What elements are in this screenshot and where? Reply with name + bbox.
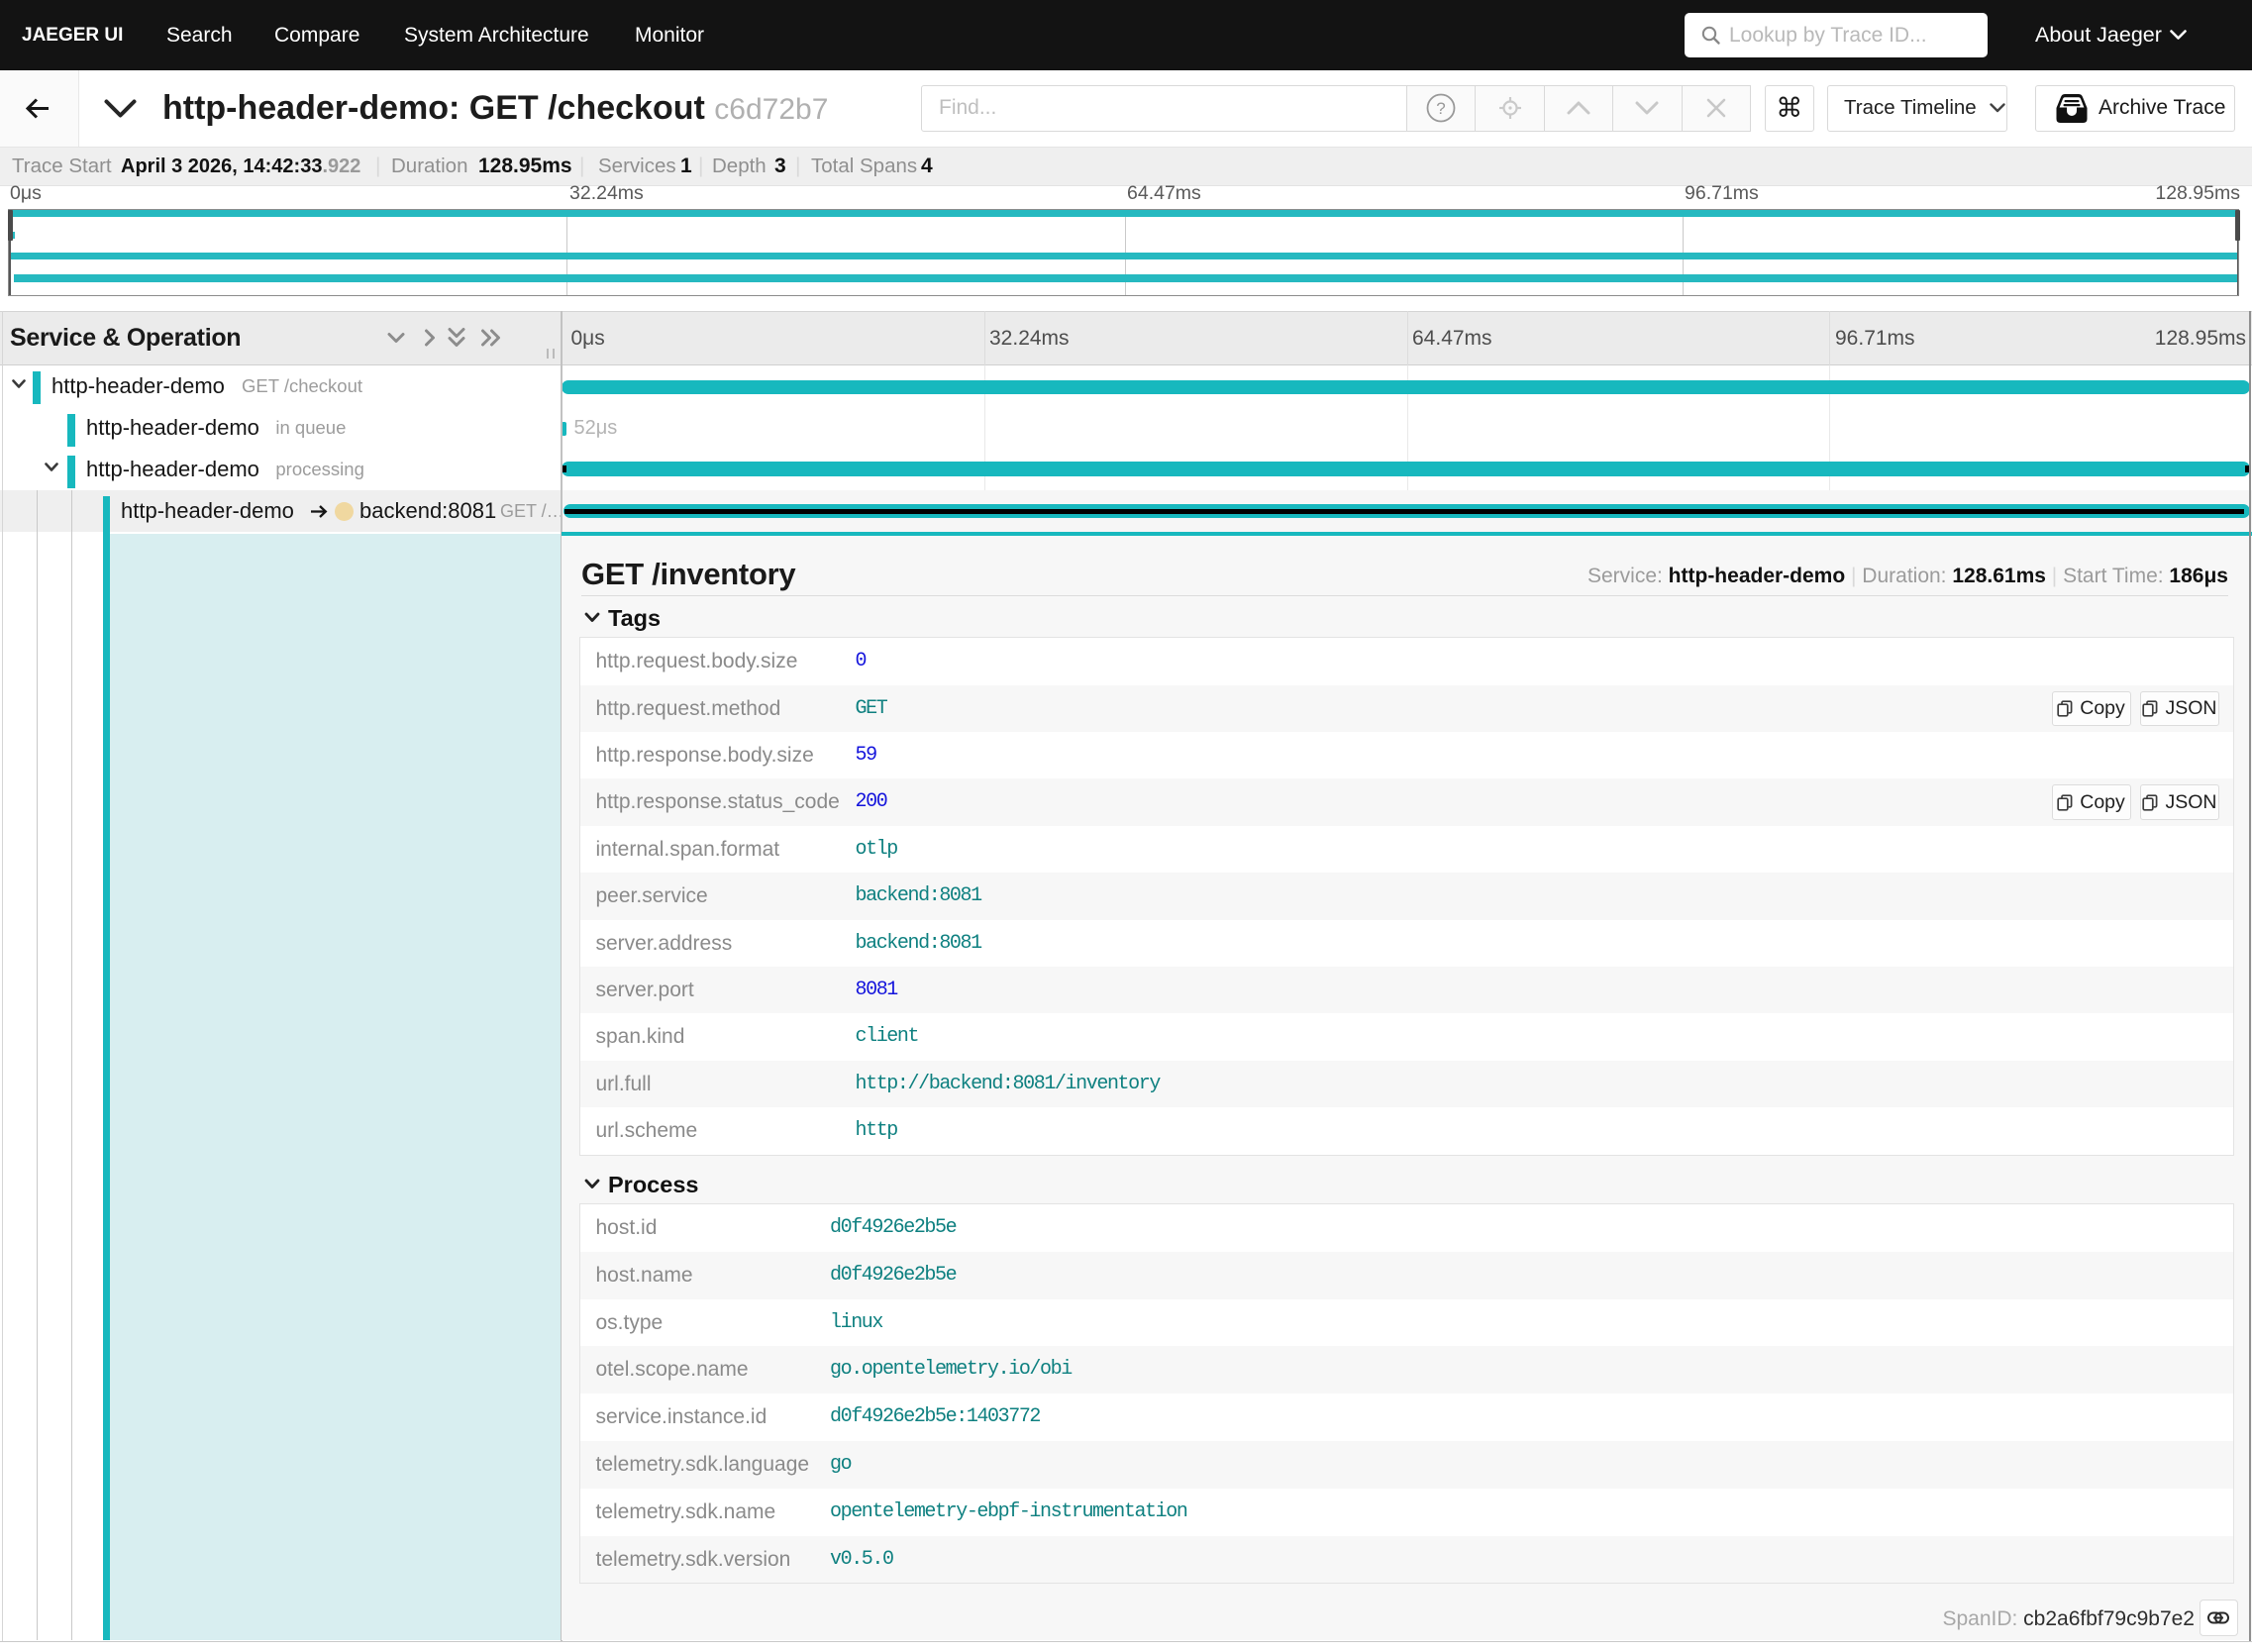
svg-text:?: ? [1436, 99, 1445, 118]
